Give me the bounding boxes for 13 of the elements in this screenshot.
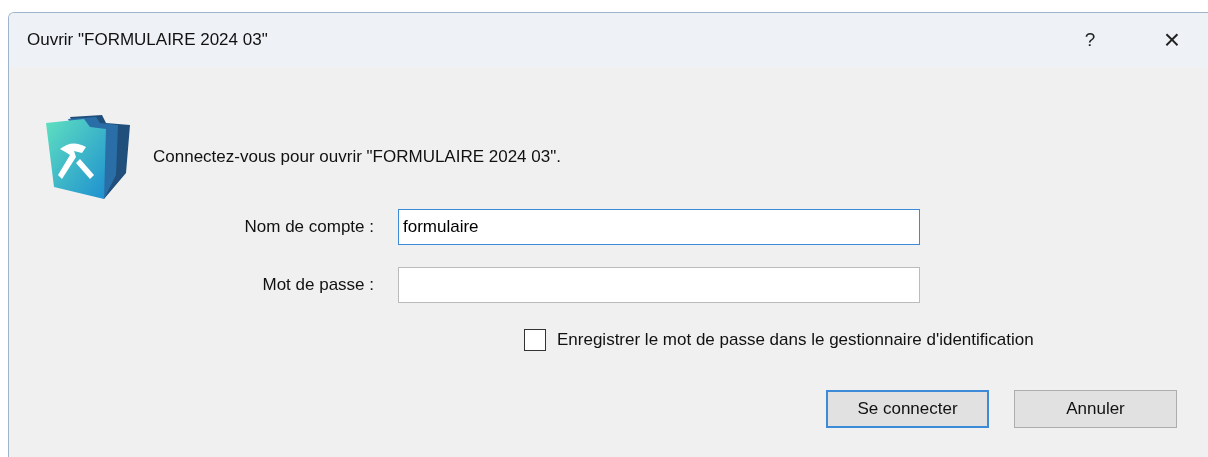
help-button[interactable]: ?	[1080, 29, 1100, 51]
field-label: Mot de passe :	[261, 275, 374, 295]
folder-hammer-icon	[46, 113, 130, 201]
password-field[interactable]	[398, 267, 920, 303]
window-title: Ouvrir "FORMULAIRE 2024 03"	[27, 30, 269, 50]
connect-button[interactable]: Se connecter	[826, 390, 989, 428]
checkbox[interactable]	[524, 329, 546, 351]
cancel-button[interactable]: Annuler	[1014, 390, 1177, 428]
checkbox-label[interactable]: Enregistrer le mot de passe dans le gestionnaire d'identification	[557, 330, 1034, 350]
prompt-message: Connectez-vous pour ouvrir "FORMULAIRE 2024 03".	[153, 147, 561, 167]
close-button[interactable]: ×	[1160, 24, 1184, 56]
account-name-field[interactable]: formulaire	[398, 209, 920, 245]
field-label: Nom de compte :	[243, 217, 374, 237]
